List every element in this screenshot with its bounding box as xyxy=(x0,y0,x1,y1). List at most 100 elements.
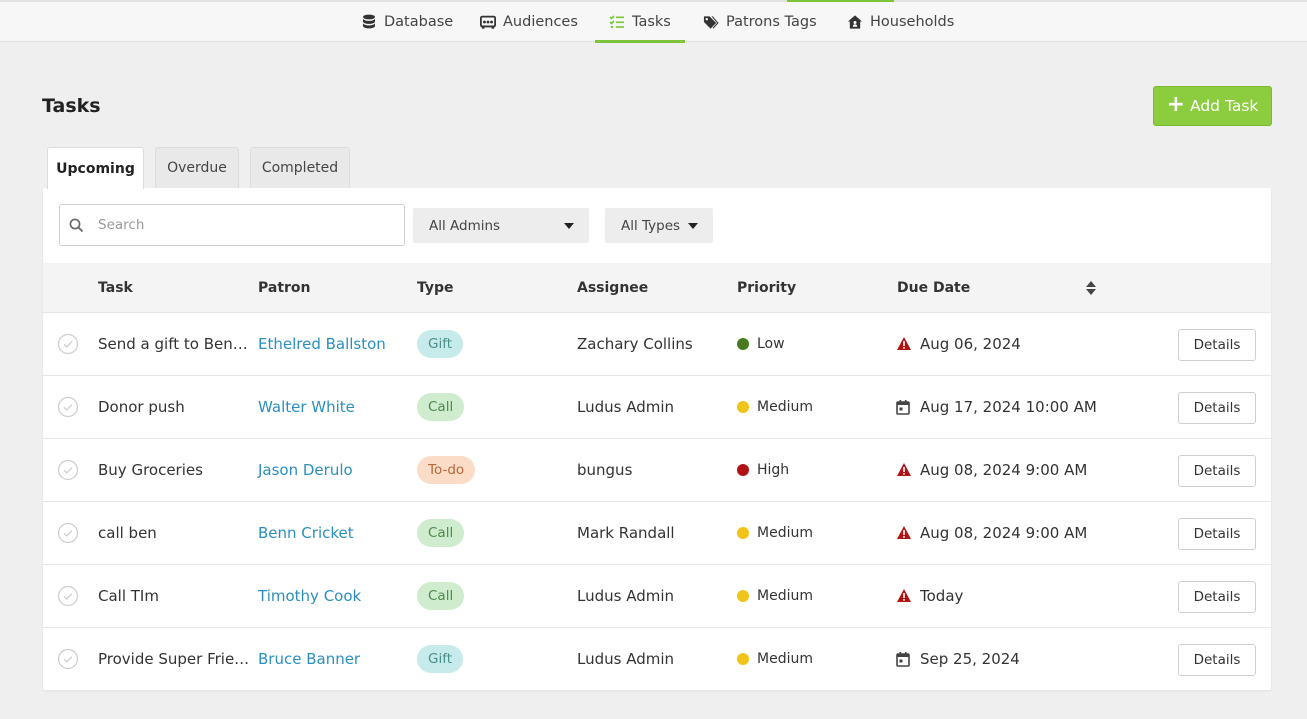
tags-icon xyxy=(703,14,719,30)
table-row: Buy Groceries Jason Derulo To-do bungus High… xyxy=(43,439,1271,502)
patron-link[interactable]: Bruce Banner xyxy=(258,650,360,668)
complete-checkbox-icon[interactable] xyxy=(57,522,79,544)
assignee-name: Mark Randall xyxy=(577,524,675,542)
patron-link[interactable]: Timothy Cook xyxy=(258,587,361,605)
calendar-icon xyxy=(896,399,912,415)
tasks-panel: All Admins All Types Task Patron Type As… xyxy=(43,188,1271,691)
top-nav: Database Audiences Tasks Patrons Tags Ho… xyxy=(0,0,1307,43)
due-date: Aug 06, 2024 xyxy=(920,335,1021,353)
table-row: call ben Benn Cricket Call Mark Randall Medi… xyxy=(43,502,1271,565)
due-date: Aug 08, 2024 9:00 AM xyxy=(920,461,1088,479)
complete-checkbox-icon[interactable] xyxy=(57,585,79,607)
table-row: Send a gift to Benny Ethelred Ballston Gif… xyxy=(43,313,1271,376)
add-task-label: Add Task xyxy=(1190,97,1259,115)
nav-label-patrons-tags: Patrons Tags xyxy=(726,14,817,30)
priority-label: Medium xyxy=(757,651,813,667)
due-date: Aug 17, 2024 10:00 AM xyxy=(920,398,1097,416)
table-row: Donor push Walter White Call Ludus Admin Med… xyxy=(43,376,1271,439)
complete-checkbox-icon[interactable] xyxy=(57,333,79,355)
complete-checkbox-icon[interactable] xyxy=(57,396,79,418)
nav-item-audiences[interactable]: Audiences xyxy=(480,2,578,42)
type-badge: Call xyxy=(417,393,465,421)
priority-label: Medium xyxy=(757,588,813,604)
assignee-name: Ludus Admin xyxy=(577,587,675,605)
priority-dot-icon xyxy=(737,464,749,476)
household-icon xyxy=(847,14,863,30)
nav-item-patrons-tags[interactable]: Patrons Tags xyxy=(703,2,817,42)
priority-label: Medium xyxy=(757,399,813,415)
tab-overdue[interactable]: Overdue xyxy=(155,147,239,188)
plus-icon: + xyxy=(1166,92,1186,117)
details-button[interactable]: Details xyxy=(1178,455,1256,487)
nav-item-households[interactable]: Households xyxy=(847,2,954,42)
assignee-name: bungus xyxy=(577,461,633,479)
types-select-value: All Types xyxy=(621,217,681,234)
patron-link[interactable]: Ethelred Ballston xyxy=(258,335,386,353)
due-date: Aug 08, 2024 9:00 AM xyxy=(920,524,1088,542)
tab-upcoming[interactable]: Upcoming xyxy=(47,147,144,189)
nav-label-households: Households xyxy=(870,14,955,30)
details-button[interactable]: Details xyxy=(1178,518,1256,550)
priority-label: Low xyxy=(757,336,785,352)
chevron-down-icon xyxy=(688,223,698,229)
add-task-button[interactable]: + Add Task xyxy=(1153,86,1272,126)
priority-label: High xyxy=(757,462,790,478)
header-due-date[interactable]: Due Date xyxy=(897,263,970,313)
page-title: Tasks xyxy=(42,95,101,117)
chevron-down-icon xyxy=(564,223,574,229)
task-name: Call TIm xyxy=(98,587,159,605)
tab-completed[interactable]: Completed xyxy=(250,147,350,188)
priority-dot-icon xyxy=(737,590,749,602)
type-badge: Gift xyxy=(417,645,464,673)
priority-dot-icon xyxy=(737,653,749,665)
header-type: Type xyxy=(417,280,454,296)
details-button[interactable]: Details xyxy=(1178,644,1256,676)
admins-select-value: All Admins xyxy=(429,217,501,234)
complete-checkbox-icon[interactable] xyxy=(57,648,79,670)
due-date: Sep 25, 2024 xyxy=(920,650,1020,668)
tasks-icon xyxy=(609,14,625,30)
details-button[interactable]: Details xyxy=(1178,329,1256,361)
task-name: Buy Groceries xyxy=(98,461,203,479)
search-box xyxy=(59,204,405,246)
warning-icon xyxy=(896,336,912,352)
priority-dot-icon xyxy=(737,401,749,413)
assignee-name: Zachary Collins xyxy=(577,335,693,353)
warning-icon xyxy=(896,462,912,478)
details-button[interactable]: Details xyxy=(1178,581,1256,613)
header-priority: Priority xyxy=(737,280,797,296)
table-row: Provide Super Friends... Bruce Banner Gift… xyxy=(43,628,1271,691)
complete-checkbox-icon[interactable] xyxy=(57,459,79,481)
type-badge: Gift xyxy=(417,330,464,358)
details-button[interactable]: Details xyxy=(1178,392,1256,424)
task-name: call ben xyxy=(98,524,157,542)
nav-label-audiences: Audiences xyxy=(503,14,578,30)
assignee-name: Ludus Admin xyxy=(577,398,675,416)
patron-link[interactable]: Jason Derulo xyxy=(258,461,353,479)
audiences-icon xyxy=(480,14,496,30)
table-header: Task Patron Type Assignee Priority Due D… xyxy=(43,263,1271,313)
nav-item-tasks[interactable]: Tasks xyxy=(595,2,685,43)
header-task: Task xyxy=(98,280,133,296)
priority-label: Medium xyxy=(757,525,813,541)
assignee-name: Ludus Admin xyxy=(577,650,675,668)
admins-select[interactable]: All Admins xyxy=(413,208,589,243)
patron-link[interactable]: Walter White xyxy=(258,398,355,416)
due-date: Today xyxy=(920,587,964,605)
patron-link[interactable]: Benn Cricket xyxy=(258,524,354,542)
type-badge: To-do xyxy=(417,456,476,484)
header-patron: Patron xyxy=(258,280,311,296)
database-icon xyxy=(361,14,377,30)
sort-icon[interactable] xyxy=(1085,280,1097,300)
task-name: Donor push xyxy=(98,398,185,416)
search-icon xyxy=(69,218,85,233)
nav-label-tasks: Tasks xyxy=(632,14,671,30)
type-badge: Call xyxy=(417,519,465,547)
task-name: Provide Super Friends... xyxy=(98,650,251,668)
priority-dot-icon xyxy=(737,527,749,539)
nav-label-database: Database xyxy=(384,14,454,30)
calendar-icon xyxy=(896,651,912,667)
types-select[interactable]: All Types xyxy=(605,208,713,243)
nav-item-database[interactable]: Database xyxy=(361,2,453,42)
search-input[interactable] xyxy=(98,217,378,233)
